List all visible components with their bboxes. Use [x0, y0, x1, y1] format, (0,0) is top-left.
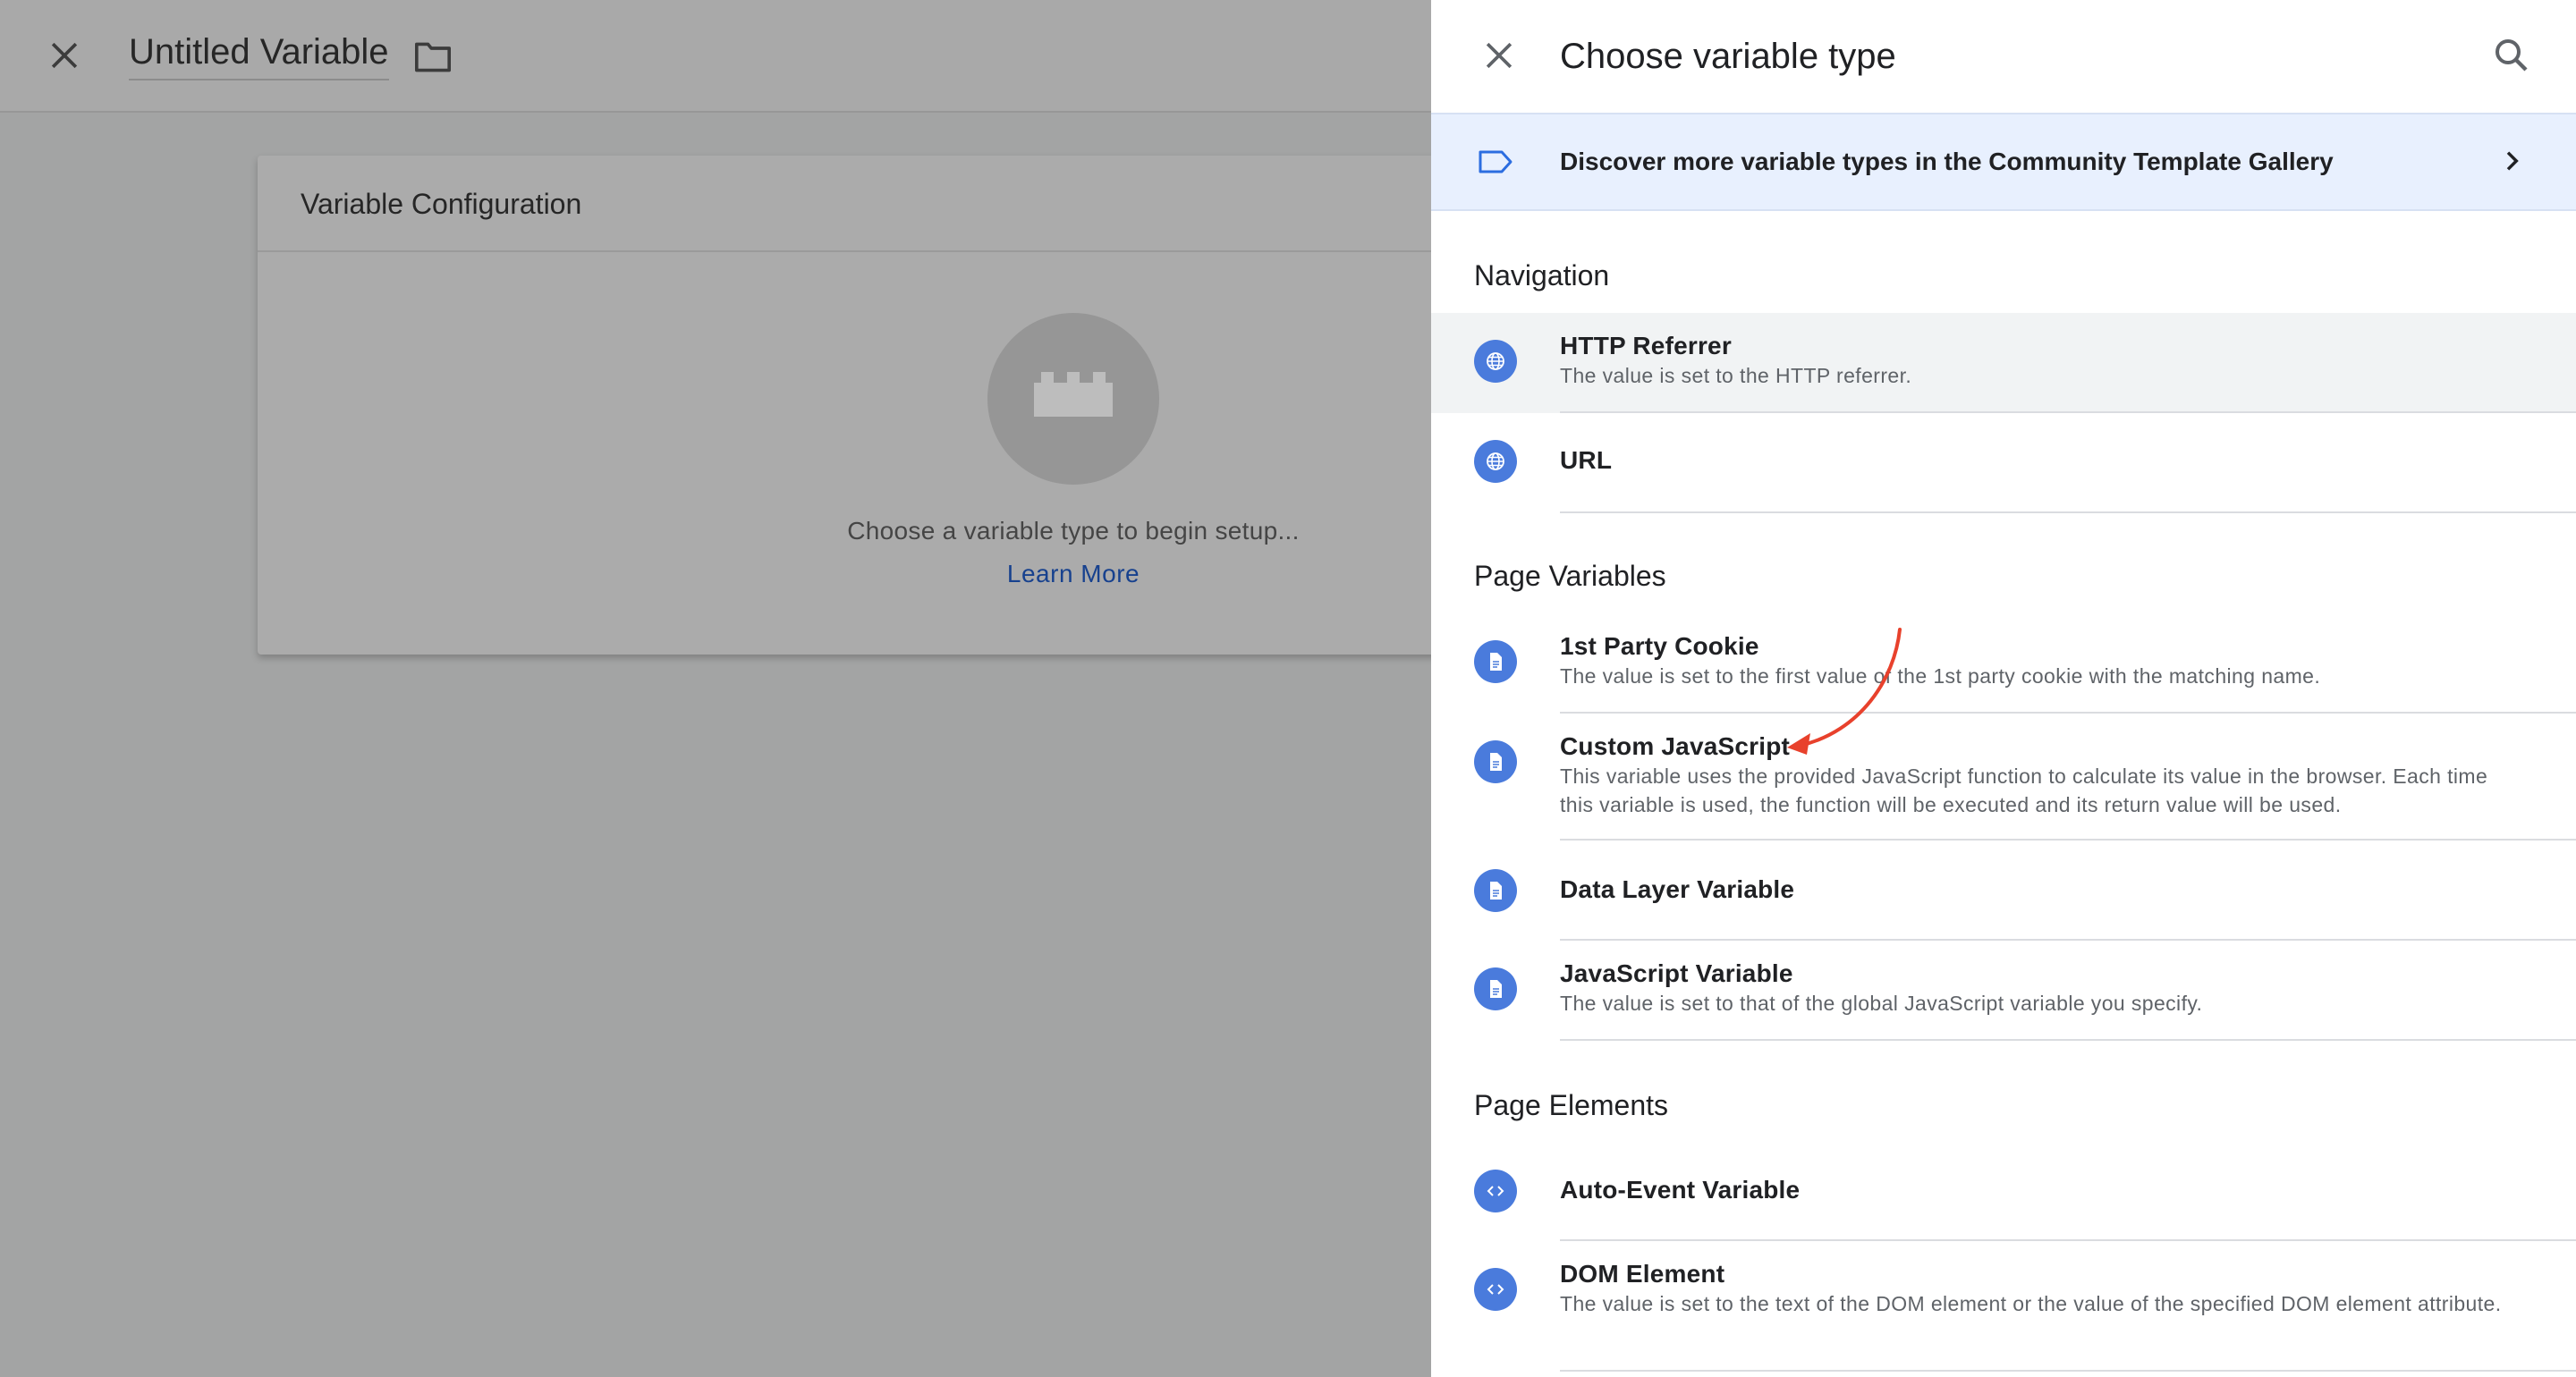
- variable-configuration-card[interactable]: Variable Configuration Choose a variable…: [258, 156, 1510, 655]
- variable-type-http-referrer[interactable]: HTTP Referrer The value is set to the HT…: [1431, 313, 2576, 413]
- gallery-banner-text: Discover more variable types in the Comm…: [1560, 148, 2334, 175]
- item-title: Custom JavaScript: [1560, 732, 1791, 760]
- config-heading: Variable Configuration: [258, 156, 1510, 252]
- item-description: The value is set to the HTTP referrer.: [1560, 364, 1912, 387]
- document-icon: [1474, 967, 1517, 1010]
- item-description: The value is set to that of the global J…: [1560, 992, 2203, 1015]
- document-icon: [1474, 740, 1517, 783]
- divider: [1560, 1370, 2576, 1372]
- tag-icon: [1479, 150, 1513, 173]
- globe-icon: [1474, 440, 1517, 483]
- variable-type-javascript-variable[interactable]: JavaScript Variable The value is set to …: [1431, 941, 2576, 1041]
- item-description: This variable uses the provided JavaScri…: [1560, 765, 2488, 816]
- item-title: DOM Element: [1560, 1260, 1725, 1288]
- item-title: JavaScript Variable: [1560, 959, 1793, 987]
- search-icon[interactable]: [2490, 34, 2533, 77]
- section-heading-navigation: Navigation: [1474, 259, 1610, 291]
- editor-header: Untitled Variable: [0, 0, 1431, 113]
- item-title: Data Layer Variable: [1560, 875, 1795, 903]
- section-heading-page-variables: Page Variables: [1474, 560, 1666, 592]
- divider: [1560, 1039, 2576, 1041]
- variable-type-data-layer-variable[interactable]: Data Layer Variable: [1431, 841, 2576, 941]
- variable-type-custom-javascript[interactable]: Custom JavaScript This variable uses the…: [1431, 714, 2576, 841]
- item-description: The value is set to the first value of t…: [1560, 664, 2321, 688]
- variable-name-field[interactable]: Untitled Variable: [129, 30, 389, 80]
- folder-icon[interactable]: [413, 39, 453, 75]
- variable-type-url[interactable]: URL: [1431, 413, 2576, 513]
- variable-type-dom-element[interactable]: DOM Element The value is set to the text…: [1431, 1241, 2576, 1377]
- document-icon: [1474, 869, 1517, 912]
- section-heading-page-elements: Page Elements: [1474, 1089, 1669, 1121]
- panel-header: Choose variable type: [1431, 0, 2576, 113]
- item-title: Auto-Event Variable: [1560, 1176, 1801, 1204]
- item-title: URL: [1560, 446, 1613, 474]
- code-icon: [1474, 1268, 1517, 1311]
- community-gallery-banner[interactable]: Discover more variable types in the Comm…: [1431, 113, 2576, 211]
- chevron-right-icon: [2506, 151, 2519, 171]
- close-icon[interactable]: [1479, 36, 1519, 75]
- choose-variable-type-panel: Choose variable type Discover more varia…: [1431, 0, 2576, 1377]
- document-icon: [1474, 640, 1517, 683]
- code-icon: [1474, 1170, 1517, 1212]
- item-description: The value is set to the text of the DOM …: [1560, 1292, 2502, 1315]
- item-title: HTTP Referrer: [1560, 332, 1732, 359]
- variable-type-1st-party-cookie[interactable]: 1st Party Cookie The value is set to the…: [1431, 613, 2576, 714]
- divider: [1560, 511, 2576, 513]
- placeholder-circle: [987, 313, 1159, 485]
- close-icon[interactable]: [45, 36, 84, 75]
- variable-type-auto-event-variable[interactable]: Auto-Event Variable: [1431, 1141, 2576, 1241]
- item-title: 1st Party Cookie: [1560, 632, 1759, 660]
- brick-icon: [1034, 372, 1113, 417]
- globe-icon: [1474, 340, 1517, 383]
- panel-title: Choose variable type: [1560, 37, 1896, 76]
